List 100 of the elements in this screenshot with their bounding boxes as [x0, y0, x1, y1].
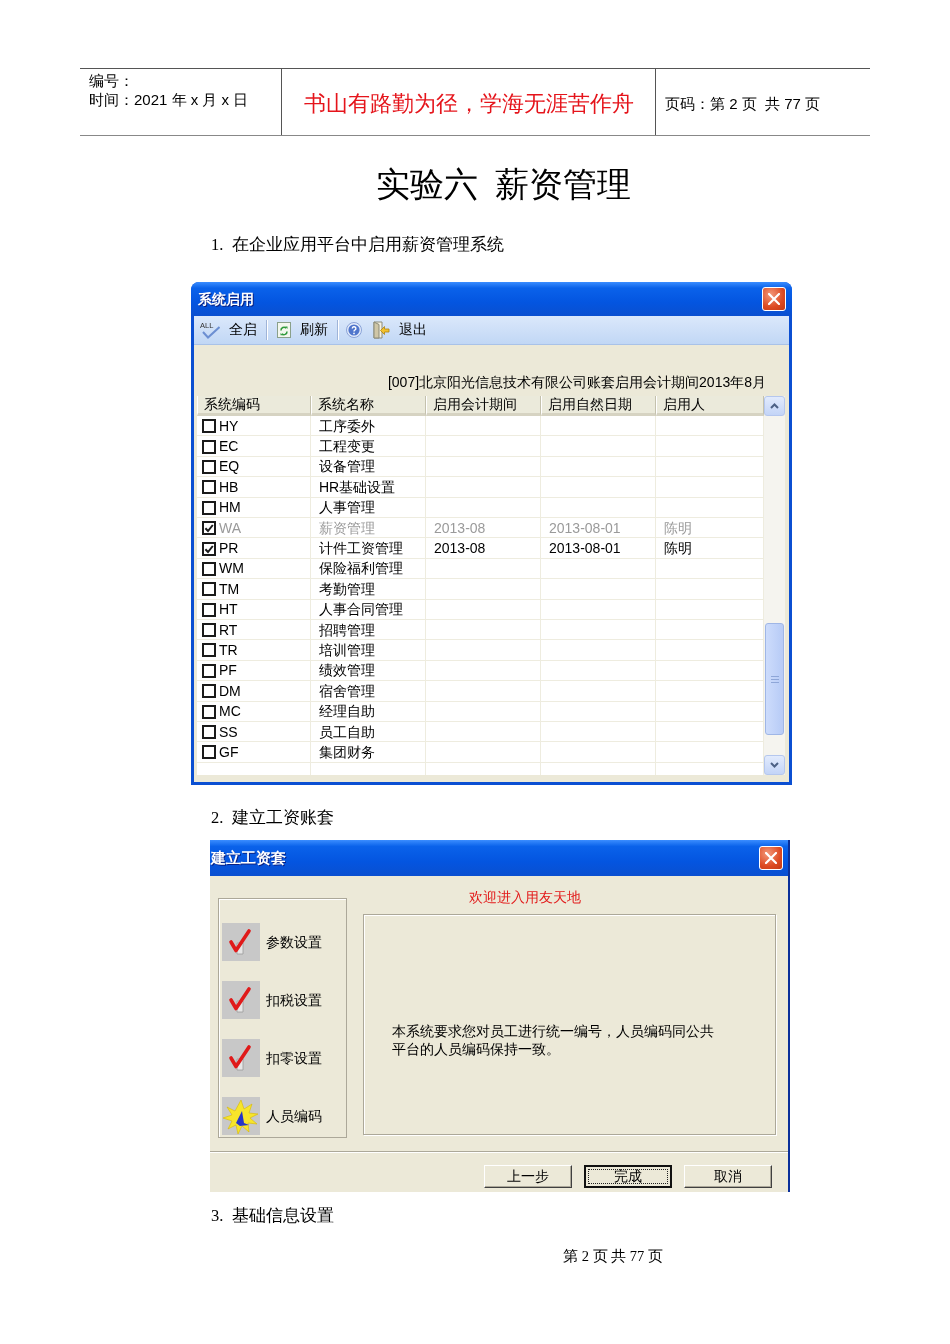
table-cell: HR基础设置: [319, 478, 396, 496]
table-cell: 工序委外: [319, 417, 375, 435]
table-cell: 员工自助: [319, 723, 375, 741]
checkbox[interactable]: [202, 439, 216, 454]
door-arrow-icon: [372, 321, 390, 339]
step-label: 扣零设置: [266, 1049, 322, 1067]
column-header[interactable]: 系统名称: [311, 396, 426, 416]
table-cell: 人事合同管理: [319, 601, 403, 619]
column-header[interactable]: 启用会计期间: [426, 396, 541, 416]
dialog-button[interactable]: 取消: [684, 1165, 772, 1188]
message-text: 本系统要求您对员工进行统一编号，人员编码同公共平台的人员编码保持一致。: [392, 1022, 715, 1058]
checkbox[interactable]: [202, 663, 216, 678]
scroll-up-button[interactable]: [764, 396, 785, 416]
document-date: 时间：2021 年 x 月 x 日: [89, 90, 249, 109]
close-button[interactable]: [759, 846, 783, 870]
table-cell: HY: [219, 417, 239, 435]
table-cell: DM: [219, 682, 241, 700]
dialog-button[interactable]: 完成: [584, 1165, 672, 1188]
table-cell: HM: [219, 499, 241, 517]
grip-icon: [770, 675, 779, 683]
page-footer: 第 2 页 共 77 页: [563, 1247, 663, 1265]
help-icon: [346, 322, 362, 338]
step-heading: 2. 建立工资账套: [211, 807, 334, 829]
page-number: 页码：第 2 页 共 77 页: [665, 93, 821, 113]
table-cell: 2013-08-01: [549, 519, 621, 537]
table-cell: EC: [219, 438, 239, 456]
refresh-button[interactable]: 刷新: [273, 318, 332, 342]
checkbox[interactable]: [202, 704, 216, 719]
table-cell: 工程变更: [319, 438, 375, 456]
table-cell: HT: [219, 601, 238, 619]
checkbox[interactable]: [202, 725, 216, 740]
welcome-text: 欢迎进入用友天地: [469, 888, 581, 906]
scroll-down-button[interactable]: [764, 755, 785, 775]
table-cell: 陈明: [664, 540, 692, 558]
table-cell: GF: [219, 743, 239, 761]
step-heading: 3. 基础信息设置: [211, 1205, 334, 1227]
table-cell: RT: [219, 621, 238, 639]
chevron-down-icon: [770, 762, 779, 768]
chevron-up-icon: [770, 403, 779, 409]
table-cell: 设备管理: [319, 458, 375, 476]
table-cell: 绩效管理: [319, 662, 375, 680]
checkbox[interactable]: [202, 745, 216, 760]
table-cell: 招聘管理: [319, 621, 375, 639]
check-icon: [222, 1039, 260, 1077]
dialog-button[interactable]: 上一步: [484, 1165, 572, 1188]
table-cell: 培训管理: [319, 642, 375, 659]
column-header[interactable]: 启用人: [656, 396, 764, 416]
table-cell: TR: [219, 642, 238, 659]
checkbox[interactable]: [202, 480, 216, 495]
table-cell: WM: [219, 560, 244, 578]
table-cell: 2013-08-01: [549, 540, 621, 558]
table-cell: 陈明: [664, 519, 692, 537]
step-heading: 1. 在企业应用平台中启用薪资管理系统: [211, 234, 504, 256]
check-icon: [222, 923, 260, 961]
checkbox[interactable]: [202, 500, 216, 515]
table-cell: SS: [219, 723, 238, 741]
table-cell: 2013-08: [434, 519, 486, 537]
document-number-label: 编号：: [89, 71, 134, 90]
step-label: 扣税设置: [266, 991, 322, 1009]
close-icon: [768, 293, 780, 305]
checkbox[interactable]: [202, 419, 216, 434]
checkbox[interactable]: [202, 459, 216, 474]
table-cell: PR: [219, 540, 239, 558]
column-header[interactable]: 系统编码: [197, 396, 311, 416]
scrollbar-thumb[interactable]: [765, 623, 784, 735]
document-title: 实验六 薪资管理: [375, 165, 631, 205]
header-motto: 书山有路勤为径，学海无涯苦作舟: [303, 90, 634, 118]
table-cell: MC: [219, 703, 241, 721]
check-icon: [222, 981, 260, 1019]
checkbox[interactable]: [202, 561, 216, 576]
refresh-icon: [277, 322, 291, 338]
table-cell: 2013-08: [434, 540, 486, 558]
checkbox[interactable]: [202, 602, 216, 617]
checkbox[interactable]: [202, 623, 216, 638]
checkbox[interactable]: [202, 643, 216, 658]
table-cell: TM: [219, 580, 240, 598]
checkbox[interactable]: [202, 582, 216, 597]
table-cell: 宿舍管理: [319, 682, 375, 700]
table-cell: 薪资管理: [319, 519, 375, 537]
table-cell: HB: [219, 478, 239, 496]
close-button[interactable]: [762, 287, 786, 311]
table-cell: WA: [219, 519, 242, 537]
table-cell: 保险福利管理: [319, 560, 403, 578]
window-title: 建立工资套: [211, 849, 286, 867]
account-info-text: [007]北京阳光信息技术有限公司账套启用会计期间2013年8月: [387, 373, 766, 391]
table-cell: 集团财务: [319, 743, 375, 761]
table-cell: 人事管理: [319, 499, 375, 517]
column-header[interactable]: 启用自然日期: [541, 396, 656, 416]
window-title: 系统启用: [198, 290, 254, 308]
burst-icon: [222, 1097, 260, 1135]
step-label: 人员编码: [266, 1107, 322, 1125]
checkbox[interactable]: [202, 684, 216, 699]
table-cell: 计件工资管理: [319, 540, 403, 558]
table-cell: 经理自助: [319, 703, 375, 721]
table-cell: 考勤管理: [319, 580, 375, 598]
exit-button[interactable]: 退出: [368, 318, 431, 342]
step-label: 参数设置: [266, 933, 322, 951]
checkbox[interactable]: [202, 541, 216, 556]
table-cell: EQ: [219, 458, 240, 476]
close-icon: [765, 852, 777, 864]
